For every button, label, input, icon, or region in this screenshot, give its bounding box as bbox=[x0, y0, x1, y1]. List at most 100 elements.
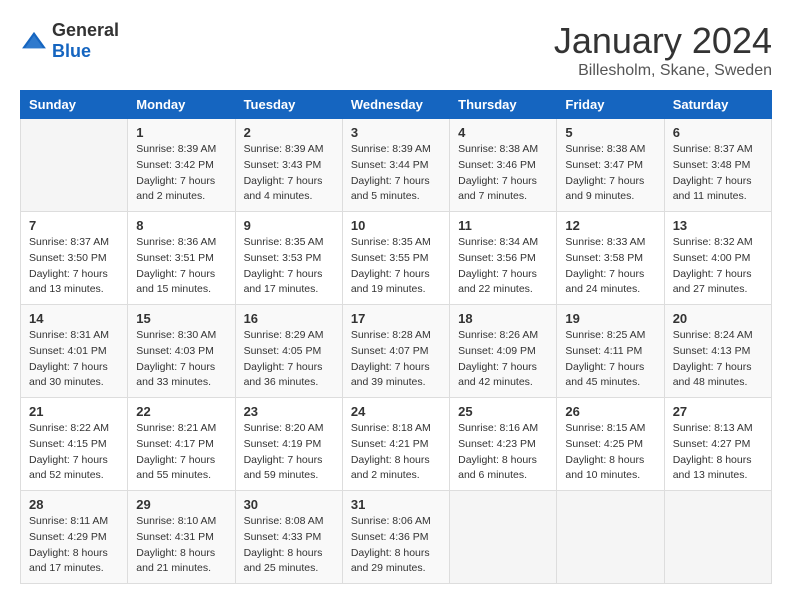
column-header-thursday: Thursday bbox=[450, 91, 557, 119]
day-cell: 24Sunrise: 8:18 AMSunset: 4:21 PMDayligh… bbox=[342, 398, 449, 491]
day-number: 12 bbox=[565, 218, 655, 233]
day-info: Sunrise: 8:35 AMSunset: 3:53 PMDaylight:… bbox=[244, 235, 334, 298]
column-header-sunday: Sunday bbox=[21, 91, 128, 119]
day-number: 2 bbox=[244, 125, 334, 140]
day-cell: 5Sunrise: 8:38 AMSunset: 3:47 PMDaylight… bbox=[557, 119, 664, 212]
week-row-3: 14 Sunrise: 8:31 AMSunset: 4:01 PMDayligh… bbox=[21, 305, 772, 398]
day-number: 14 bbox=[29, 311, 119, 326]
day-cell: 10 Sunrise: 8:35 AMSunset: 3:55 PMDayligh… bbox=[342, 212, 449, 305]
day-number: 31 bbox=[351, 497, 441, 512]
day-number: 18 bbox=[458, 311, 548, 326]
day-cell: 17 Sunrise: 8:28 AMSunset: 4:07 PMDayligh… bbox=[342, 305, 449, 398]
day-number: 15 bbox=[136, 311, 226, 326]
day-number: 10 bbox=[351, 218, 441, 233]
day-number: 19 bbox=[565, 311, 655, 326]
day-info: Sunrise: 8:39 AMSunset: 3:43 PMDaylight:… bbox=[244, 142, 334, 205]
column-header-monday: Monday bbox=[128, 91, 235, 119]
day-number: 30 bbox=[244, 497, 334, 512]
day-cell: 1 Sunrise: 8:39 AMSunset: 3:42 PMDaylight… bbox=[128, 119, 235, 212]
day-cell: 13Sunrise: 8:32 AMSunset: 4:00 PMDayligh… bbox=[664, 212, 771, 305]
day-info: Sunrise: 8:25 AMSunset: 4:11 PMDaylight:… bbox=[565, 328, 655, 391]
day-info: Sunrise: 8:15 AMSunset: 4:25 PMDaylight:… bbox=[565, 421, 655, 484]
day-info: Sunrise: 8:22 AMSunset: 4:15 PMDaylight:… bbox=[29, 421, 119, 484]
day-number: 6 bbox=[673, 125, 763, 140]
day-info: Sunrise: 8:29 AMSunset: 4:05 PMDaylight:… bbox=[244, 328, 334, 391]
day-info: Sunrise: 8:37 AMSunset: 3:50 PMDaylight:… bbox=[29, 235, 119, 298]
day-cell: 12 Sunrise: 8:33 AMSunset: 3:58 PMDayligh… bbox=[557, 212, 664, 305]
column-header-saturday: Saturday bbox=[664, 91, 771, 119]
day-info: Sunrise: 8:11 AMSunset: 4:29 PMDaylight:… bbox=[29, 514, 119, 577]
day-cell: 28 Sunrise: 8:11 AMSunset: 4:29 PMDayligh… bbox=[21, 491, 128, 584]
day-info: Sunrise: 8:39 AMSunset: 3:42 PMDaylight:… bbox=[136, 142, 226, 205]
day-cell: 20 Sunrise: 8:24 AMSunset: 4:13 PMDayligh… bbox=[664, 305, 771, 398]
week-row-2: 7 Sunrise: 8:37 AMSunset: 3:50 PMDaylight… bbox=[21, 212, 772, 305]
day-cell: 9 Sunrise: 8:35 AMSunset: 3:53 PMDaylight… bbox=[235, 212, 342, 305]
day-cell: 14 Sunrise: 8:31 AMSunset: 4:01 PMDayligh… bbox=[21, 305, 128, 398]
day-cell: 21 Sunrise: 8:22 AMSunset: 4:15 PMDayligh… bbox=[21, 398, 128, 491]
day-number: 7 bbox=[29, 218, 119, 233]
day-cell bbox=[664, 491, 771, 584]
calendar-table: SundayMondayTuesdayWednesdayThursdayFrid… bbox=[20, 90, 772, 584]
day-cell: 6Sunrise: 8:37 AMSunset: 3:48 PMDaylight… bbox=[664, 119, 771, 212]
day-info: Sunrise: 8:06 AMSunset: 4:36 PMDaylight:… bbox=[351, 514, 441, 577]
day-number: 8 bbox=[136, 218, 226, 233]
day-info: Sunrise: 8:26 AMSunset: 4:09 PMDaylight:… bbox=[458, 328, 548, 391]
day-info: Sunrise: 8:35 AMSunset: 3:55 PMDaylight:… bbox=[351, 235, 441, 298]
day-info: Sunrise: 8:39 AMSunset: 3:44 PMDaylight:… bbox=[351, 142, 441, 205]
header: General Blue January 2024 Billesholm, Sk… bbox=[20, 20, 772, 80]
day-info: Sunrise: 8:08 AMSunset: 4:33 PMDaylight:… bbox=[244, 514, 334, 577]
logo-text: General Blue bbox=[52, 20, 119, 62]
month-title: January 2024 bbox=[554, 20, 772, 62]
day-cell: 4Sunrise: 8:38 AMSunset: 3:46 PMDaylight… bbox=[450, 119, 557, 212]
day-cell: 19 Sunrise: 8:25 AMSunset: 4:11 PMDayligh… bbox=[557, 305, 664, 398]
day-number: 17 bbox=[351, 311, 441, 326]
day-info: Sunrise: 8:34 AMSunset: 3:56 PMDaylight:… bbox=[458, 235, 548, 298]
day-info: Sunrise: 8:38 AMSunset: 3:46 PMDaylight:… bbox=[458, 142, 548, 205]
day-cell: 23 Sunrise: 8:20 AMSunset: 4:19 PMDayligh… bbox=[235, 398, 342, 491]
day-cell: 29Sunrise: 8:10 AMSunset: 4:31 PMDayligh… bbox=[128, 491, 235, 584]
day-cell: 26 Sunrise: 8:15 AMSunset: 4:25 PMDayligh… bbox=[557, 398, 664, 491]
day-info: Sunrise: 8:13 AMSunset: 4:27 PMDaylight:… bbox=[673, 421, 763, 484]
logo-icon bbox=[20, 30, 48, 52]
day-number: 25 bbox=[458, 404, 548, 419]
day-number: 21 bbox=[29, 404, 119, 419]
day-cell: 8 Sunrise: 8:36 AMSunset: 3:51 PMDaylight… bbox=[128, 212, 235, 305]
day-info: Sunrise: 8:38 AMSunset: 3:47 PMDaylight:… bbox=[565, 142, 655, 205]
day-info: Sunrise: 8:36 AMSunset: 3:51 PMDaylight:… bbox=[136, 235, 226, 298]
day-number: 29 bbox=[136, 497, 226, 512]
title-area: January 2024 Billesholm, Skane, Sweden bbox=[554, 20, 772, 80]
day-info: Sunrise: 8:33 AMSunset: 3:58 PMDaylight:… bbox=[565, 235, 655, 298]
day-info: Sunrise: 8:21 AMSunset: 4:17 PMDaylight:… bbox=[136, 421, 226, 484]
day-info: Sunrise: 8:28 AMSunset: 4:07 PMDaylight:… bbox=[351, 328, 441, 391]
day-info: Sunrise: 8:20 AMSunset: 4:19 PMDaylight:… bbox=[244, 421, 334, 484]
day-number: 23 bbox=[244, 404, 334, 419]
day-cell: 16 Sunrise: 8:29 AMSunset: 4:05 PMDayligh… bbox=[235, 305, 342, 398]
day-cell: 31 Sunrise: 8:06 AMSunset: 4:36 PMDayligh… bbox=[342, 491, 449, 584]
day-cell: 3Sunrise: 8:39 AMSunset: 3:44 PMDaylight… bbox=[342, 119, 449, 212]
week-row-4: 21 Sunrise: 8:22 AMSunset: 4:15 PMDayligh… bbox=[21, 398, 772, 491]
day-number: 20 bbox=[673, 311, 763, 326]
column-header-wednesday: Wednesday bbox=[342, 91, 449, 119]
day-number: 1 bbox=[136, 125, 226, 140]
day-info: Sunrise: 8:32 AMSunset: 4:00 PMDaylight:… bbox=[673, 235, 763, 298]
week-row-5: 28 Sunrise: 8:11 AMSunset: 4:29 PMDayligh… bbox=[21, 491, 772, 584]
day-cell bbox=[21, 119, 128, 212]
column-header-friday: Friday bbox=[557, 91, 664, 119]
day-info: Sunrise: 8:16 AMSunset: 4:23 PMDaylight:… bbox=[458, 421, 548, 484]
day-number: 24 bbox=[351, 404, 441, 419]
day-cell: 27Sunrise: 8:13 AMSunset: 4:27 PMDayligh… bbox=[664, 398, 771, 491]
day-info: Sunrise: 8:30 AMSunset: 4:03 PMDaylight:… bbox=[136, 328, 226, 391]
day-cell: 18 Sunrise: 8:26 AMSunset: 4:09 PMDayligh… bbox=[450, 305, 557, 398]
day-cell: 22 Sunrise: 8:21 AMSunset: 4:17 PMDayligh… bbox=[128, 398, 235, 491]
day-number: 16 bbox=[244, 311, 334, 326]
day-number: 9 bbox=[244, 218, 334, 233]
day-cell: 15 Sunrise: 8:30 AMSunset: 4:03 PMDayligh… bbox=[128, 305, 235, 398]
day-number: 26 bbox=[565, 404, 655, 419]
day-number: 22 bbox=[136, 404, 226, 419]
day-info: Sunrise: 8:31 AMSunset: 4:01 PMDaylight:… bbox=[29, 328, 119, 391]
day-number: 28 bbox=[29, 497, 119, 512]
day-cell bbox=[450, 491, 557, 584]
day-cell: 2 Sunrise: 8:39 AMSunset: 3:43 PMDaylight… bbox=[235, 119, 342, 212]
day-cell bbox=[557, 491, 664, 584]
day-info: Sunrise: 8:24 AMSunset: 4:13 PMDaylight:… bbox=[673, 328, 763, 391]
